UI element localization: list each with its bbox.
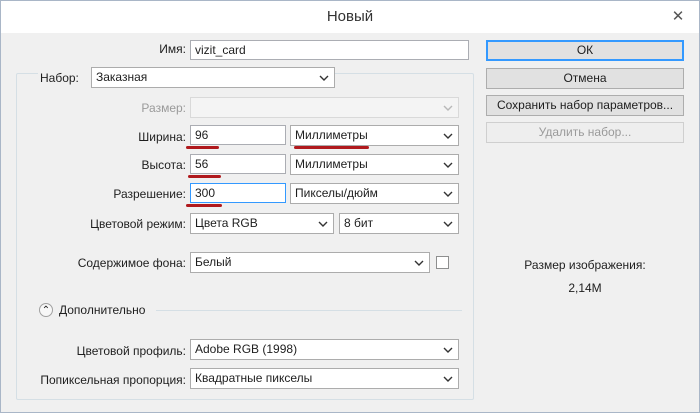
pixel-aspect-select[interactable]: Квадратные пикселы — [190, 368, 459, 389]
width-input[interactable]: 96 — [190, 125, 286, 145]
background-value: Белый — [195, 255, 232, 269]
height-input[interactable]: 56 — [190, 154, 286, 174]
chevron-down-icon — [414, 260, 424, 266]
bit-depth-select[interactable]: 8 бит — [339, 213, 459, 234]
chevron-down-icon — [443, 376, 453, 382]
annotation-underline — [188, 175, 221, 178]
annotation-underline — [186, 204, 222, 207]
chevron-down-icon — [443, 347, 453, 353]
chevron-down-icon — [443, 162, 453, 168]
resolution-input[interactable]: 300 — [190, 183, 286, 203]
size-select — [190, 97, 459, 118]
name-input[interactable]: vizit_card — [190, 40, 469, 60]
preset-label: Набор: — [38, 71, 92, 85]
chevron-down-icon — [443, 191, 453, 197]
width-label: Ширина: — [138, 130, 186, 144]
resolution-unit-value: Пикселы/дюйм — [295, 186, 378, 200]
resolution-unit-select[interactable]: Пикселы/дюйм — [290, 183, 459, 204]
image-size-label: Размер изображения: — [524, 258, 646, 272]
save-preset-button[interactable]: Сохранить набор параметров... — [486, 95, 684, 116]
close-icon[interactable]: ✕ — [667, 7, 689, 27]
color-profile-select[interactable]: Adobe RGB (1998) — [190, 339, 459, 360]
image-size-value: 2,14M — [568, 281, 602, 295]
height-unit-value: Миллиметры — [295, 157, 368, 171]
annotation-underline — [294, 146, 369, 149]
color-profile-label: Цветовой профиль: — [76, 344, 186, 358]
chevron-down-icon — [319, 75, 329, 81]
bit-depth-value: 8 бит — [344, 216, 374, 230]
color-mode-value: Цвета RGB — [195, 216, 258, 230]
color-mode-label: Цветовой режим: — [90, 217, 186, 231]
size-label: Размер: — [141, 101, 186, 115]
height-unit-select[interactable]: Миллиметры — [290, 154, 459, 175]
background-select[interactable]: Белый — [190, 252, 430, 273]
advanced-toggle-icon[interactable]: ⌃ — [39, 303, 53, 317]
dialog-body: Имя: vizit_card Набор: Заказная Размер: … — [8, 33, 692, 405]
background-label: Содержимое фона: — [77, 256, 186, 270]
width-unit-value: Миллиметры — [295, 128, 368, 142]
preset-select[interactable]: Заказная — [91, 67, 335, 88]
cancel-button[interactable]: Отмена — [486, 68, 684, 89]
advanced-divider — [156, 310, 462, 311]
background-color-swatch[interactable] — [436, 256, 449, 269]
dialog-title: Новый — [326, 8, 374, 25]
pixel-aspect-value: Квадратные пикселы — [195, 371, 313, 385]
name-label: Имя: — [159, 42, 186, 56]
advanced-label[interactable]: Дополнительно — [59, 303, 145, 317]
color-profile-value: Adobe RGB (1998) — [195, 342, 298, 356]
chevron-down-icon — [443, 105, 453, 111]
color-mode-select[interactable]: Цвета RGB — [190, 213, 334, 234]
chevron-down-icon — [318, 221, 328, 227]
delete-preset-button: Удалить набор... — [486, 122, 684, 143]
chevron-down-icon — [443, 133, 453, 139]
new-document-dialog: Новый ✕ Имя: vizit_card Набор: Заказная … — [0, 0, 700, 413]
preset-value: Заказная — [96, 70, 148, 84]
annotation-underline — [186, 146, 219, 149]
pixel-aspect-label: Попиксельная пропорция: — [40, 373, 186, 387]
resolution-label: Разрешение: — [113, 187, 186, 201]
title-bar: Новый ✕ — [1, 1, 699, 33]
height-label: Высота: — [141, 158, 186, 172]
ok-button[interactable]: ОК — [486, 40, 684, 61]
chevron-down-icon — [443, 221, 453, 227]
width-unit-select[interactable]: Миллиметры — [290, 125, 459, 146]
